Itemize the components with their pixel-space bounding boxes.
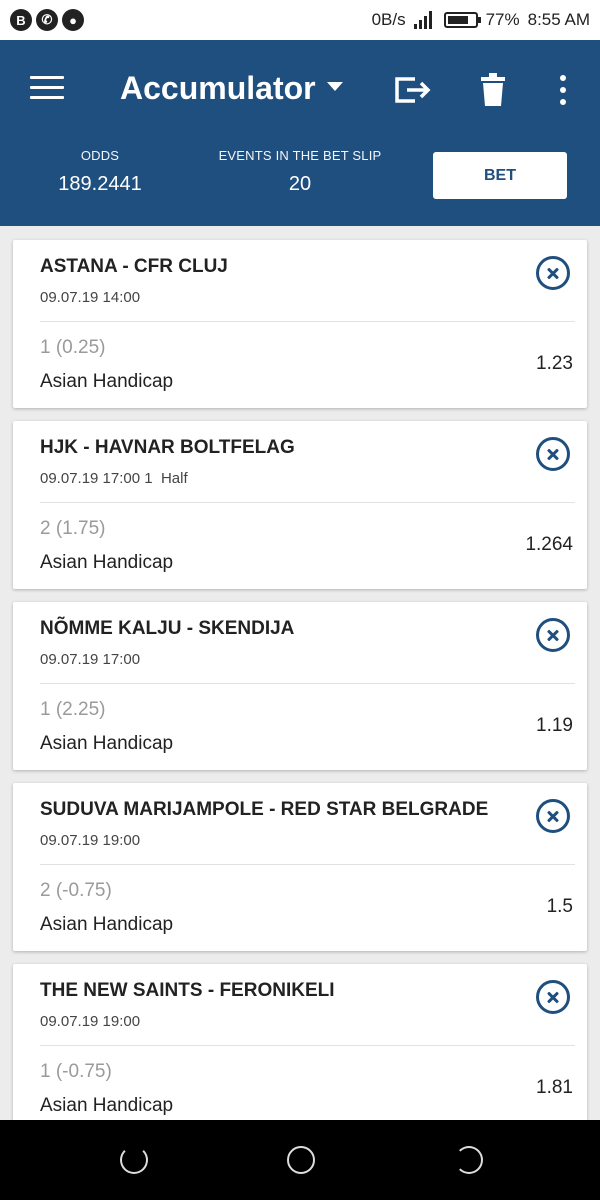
bet-market: Asian Handicap bbox=[40, 552, 174, 573]
divider bbox=[40, 1045, 575, 1046]
back-icon[interactable] bbox=[120, 1146, 148, 1174]
bet-card[interactable]: HJK - HAVNAR BOLTFELAG 09.07.19 17:00 1 … bbox=[13, 421, 587, 589]
match-name: THE NEW SAINTS - FERONIKELI bbox=[40, 980, 335, 1001]
more-options-icon[interactable] bbox=[543, 70, 583, 110]
match-date: 09.07.19 14:00 bbox=[40, 289, 141, 306]
bet-outcome: 2 (1.75) bbox=[40, 518, 106, 539]
bet-card[interactable]: THE NEW SAINTS - FERONIKELI 09.07.19 19:… bbox=[13, 964, 587, 1132]
status-bar: B ✆ ● 0B/s 77% 8:55 AM bbox=[0, 0, 600, 40]
match-name: NÕMME KALJU - SKENDIJA bbox=[40, 618, 295, 639]
remove-bet-icon[interactable] bbox=[536, 618, 570, 652]
odds-value: 189.2441 bbox=[58, 173, 142, 195]
match-date: 09.07.19 17:00 bbox=[40, 651, 141, 668]
bet-outcome: 1 (-0.75) bbox=[40, 1061, 112, 1082]
divider bbox=[40, 321, 575, 322]
divider bbox=[40, 502, 575, 503]
share-exit-icon[interactable] bbox=[393, 70, 433, 110]
clock: 8:55 AM bbox=[527, 10, 590, 29]
bet-odds: 1.81 bbox=[536, 1077, 573, 1098]
match-date: 09.07.19 19:00 bbox=[40, 1013, 141, 1030]
bet-button[interactable]: BET bbox=[433, 152, 567, 199]
bet-market: Asian Handicap bbox=[40, 914, 174, 935]
bet-odds: 1.23 bbox=[536, 353, 573, 374]
divider bbox=[40, 683, 575, 684]
bet-card[interactable]: ASTANA - CFR CLUJ 09.07.19 14:00 1 (0.25… bbox=[13, 240, 587, 408]
bet-market: Asian Handicap bbox=[40, 371, 174, 392]
app-header: Accumulator ODDS 189.2441 EVENTS IN THE … bbox=[0, 40, 600, 226]
system-nav-bar bbox=[0, 1120, 600, 1200]
events-label: EVENTS IN THE BET SLIP bbox=[218, 148, 382, 163]
network-speed: 0B/s bbox=[371, 10, 406, 29]
b-icon: B bbox=[10, 9, 32, 31]
home-icon[interactable] bbox=[287, 1146, 315, 1174]
odds-label: ODDS bbox=[80, 148, 120, 163]
page-title[interactable]: Accumulator bbox=[120, 70, 316, 107]
events-summary: EVENTS IN THE BET SLIP 20 bbox=[205, 148, 395, 196]
signal-icon bbox=[413, 11, 436, 29]
match-date: 09.07.19 17:00 1 Half bbox=[40, 470, 188, 487]
match-name: SUDUVA MARIJAMPOLE - RED STAR BELGRADE bbox=[40, 799, 489, 820]
battery-percent: 77% bbox=[485, 10, 520, 29]
bet-outcome: 2 (-0.75) bbox=[40, 880, 112, 901]
remove-bet-icon[interactable] bbox=[536, 437, 570, 471]
match-name: ASTANA - CFR CLUJ bbox=[40, 256, 228, 277]
events-value: 20 bbox=[288, 173, 312, 195]
recent-apps-icon[interactable] bbox=[455, 1146, 483, 1174]
bet-odds: 1.5 bbox=[546, 896, 573, 917]
battery-icon bbox=[443, 12, 481, 28]
bet-card[interactable]: SUDUVA MARIJAMPOLE - RED STAR BELGRADE 0… bbox=[13, 783, 587, 951]
chat-icon: ● bbox=[62, 9, 84, 31]
trash-icon[interactable] bbox=[473, 70, 513, 110]
bet-market: Asian Handicap bbox=[40, 1095, 174, 1116]
remove-bet-icon[interactable] bbox=[536, 799, 570, 833]
whatsapp-icon: ✆ bbox=[36, 9, 58, 31]
bet-card[interactable]: NÕMME KALJU - SKENDIJA 09.07.19 17:00 1 … bbox=[13, 602, 587, 770]
bet-market: Asian Handicap bbox=[40, 733, 174, 754]
bet-odds: 1.264 bbox=[525, 534, 573, 555]
notification-icons: B ✆ ● bbox=[10, 9, 84, 31]
battery-fill bbox=[447, 16, 468, 24]
match-name: HJK - HAVNAR BOLTFELAG bbox=[40, 437, 295, 458]
divider bbox=[40, 864, 575, 865]
bet-outcome: 1 (0.25) bbox=[40, 337, 106, 358]
remove-bet-icon[interactable] bbox=[536, 980, 570, 1014]
bet-outcome: 1 (2.25) bbox=[40, 699, 106, 720]
odds-summary: ODDS 189.2441 bbox=[40, 148, 160, 196]
match-date: 09.07.19 19:00 bbox=[40, 832, 141, 849]
remove-bet-icon[interactable] bbox=[536, 256, 570, 290]
menu-icon[interactable] bbox=[30, 76, 64, 100]
chevron-down-icon[interactable] bbox=[327, 82, 343, 91]
bet-odds: 1.19 bbox=[536, 715, 573, 736]
